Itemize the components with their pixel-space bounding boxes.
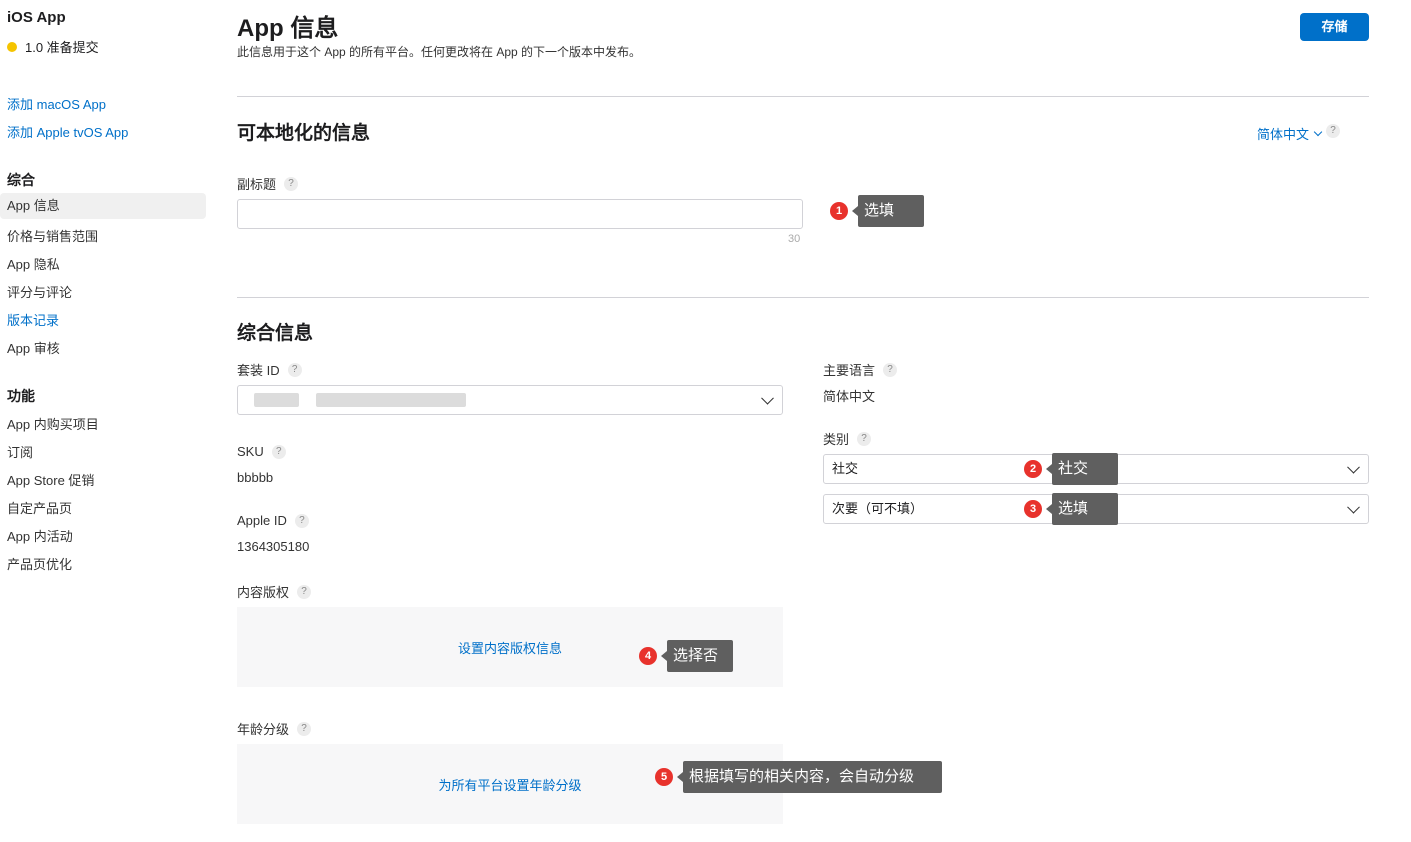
add-tvos-app-link[interactable]: 添加 Apple tvOS App (7, 122, 128, 141)
age-rating-label: 年龄分级? (237, 719, 312, 738)
sidebar-heading-features: 功能 (7, 388, 35, 404)
page-description: 此信息用于这个 App 的所有平台。任何更改将在 App 的下一个版本中发布。 (237, 45, 642, 59)
sidebar-item-app-review[interactable]: App 审核 (7, 338, 60, 357)
annotation-note: 社交 (1046, 453, 1118, 485)
subtitle-input[interactable] (237, 199, 803, 229)
primary-language-label: 主要语言? (823, 360, 898, 379)
secondary-category-value: 次要（可不填） (832, 501, 924, 516)
chevron-down-icon (761, 391, 774, 405)
subtitle-char-counter: 30 (788, 233, 801, 245)
help-icon[interactable]: ? (857, 431, 872, 446)
help-icon[interactable]: ? (287, 362, 302, 377)
content-rights-label: 内容版权? (237, 582, 312, 601)
help-icon[interactable]: ? (297, 584, 312, 599)
bundle-id-select[interactable] (237, 385, 783, 415)
help-icon[interactable]: ? (294, 513, 309, 528)
sidebar-item-subscriptions[interactable]: 订阅 (7, 442, 33, 461)
category-label: 类别? (823, 429, 872, 448)
chevron-down-icon (1347, 500, 1360, 514)
annotation-badge: 5 (655, 768, 673, 786)
sidebar-item-version-history[interactable]: 版本记录 (7, 310, 59, 329)
apple-id-label: Apple ID? (237, 513, 309, 528)
sidebar-item-in-app-events[interactable]: App 内活动 (7, 526, 73, 545)
help-icon[interactable]: ? (883, 362, 898, 377)
bundle-id-label: 套装 ID? (237, 360, 302, 379)
annotation-note: 选填 (1046, 493, 1118, 525)
sidebar-item-privacy[interactable]: App 隐私 (7, 254, 60, 273)
subtitle-label-text: 副标题 (237, 177, 277, 192)
annotation-note: 根据填写的相关内容，会自动分级 (677, 761, 942, 793)
sku-value: bbbbb (237, 470, 274, 485)
sidebar-item-ratings[interactable]: 评分与评论 (7, 282, 72, 301)
sidebar-item-custom-pages[interactable]: 自定产品页 (7, 498, 72, 517)
annotation-note: 选择否 (661, 640, 733, 672)
general-section-title: 综合信息 (237, 323, 314, 344)
annotation-badge: 2 (1024, 460, 1042, 478)
redacted-value (254, 393, 299, 407)
sku-label-text: SKU (237, 444, 264, 459)
category-label-text: 类别 (823, 432, 850, 447)
bundle-id-label-text: 套装 ID (237, 363, 280, 378)
status-dot-icon (7, 41, 17, 52)
app-status-label: 1.0 准备提交 (25, 40, 99, 55)
subtitle-label: 副标题? (237, 174, 299, 193)
primary-language-label-text: 主要语言 (823, 363, 876, 378)
sku-label: SKU? (237, 444, 286, 459)
app-title: iOS App (7, 9, 66, 26)
sidebar-item-page-optimization[interactable]: 产品页优化 (7, 554, 72, 573)
localizable-section-title: 可本地化的信息 (237, 123, 371, 144)
add-macos-app-link[interactable]: 添加 macOS App (7, 94, 106, 113)
annotation-badge: 1 (830, 202, 848, 220)
help-icon[interactable]: ? (271, 444, 286, 459)
chevron-down-icon (1347, 460, 1360, 474)
sidebar-item-promotions[interactable]: App Store 促销 (7, 470, 94, 489)
sidebar-item-app-info[interactable]: App 信息 (0, 193, 206, 219)
sidebar-item-pricing[interactable]: 价格与销售范围 (7, 226, 98, 245)
annotation-badge: 4 (639, 647, 657, 665)
redacted-value (316, 393, 466, 407)
sidebar-item-iap[interactable]: App 内购买项目 (7, 414, 99, 433)
apple-id-value: 1364305180 (237, 539, 310, 554)
divider (237, 297, 1369, 298)
divider (237, 96, 1369, 97)
save-button[interactable]: 存储 (1300, 13, 1369, 41)
chevron-down-icon (1313, 127, 1323, 137)
primary-language-value: 简体中文 (823, 389, 876, 404)
app-status: 1.0 准备提交 (7, 37, 99, 56)
content-rights-label-text: 内容版权 (237, 585, 290, 600)
primary-category-value: 社交 (832, 461, 859, 476)
help-icon[interactable]: ? (297, 721, 312, 736)
language-selector[interactable]: 简体中文 (1257, 124, 1323, 143)
help-icon[interactable]: ? (1326, 124, 1340, 138)
help-icon[interactable]: ? (284, 176, 299, 191)
language-selector-label: 简体中文 (1257, 127, 1310, 142)
sidebar-heading-general: 综合 (7, 172, 35, 188)
page-title: App 信息 (237, 15, 339, 42)
annotation-badge: 3 (1024, 500, 1042, 518)
age-rating-label-text: 年龄分级 (237, 722, 290, 737)
annotation-note: 选填 (852, 195, 924, 227)
apple-id-label-text: Apple ID (237, 513, 287, 528)
